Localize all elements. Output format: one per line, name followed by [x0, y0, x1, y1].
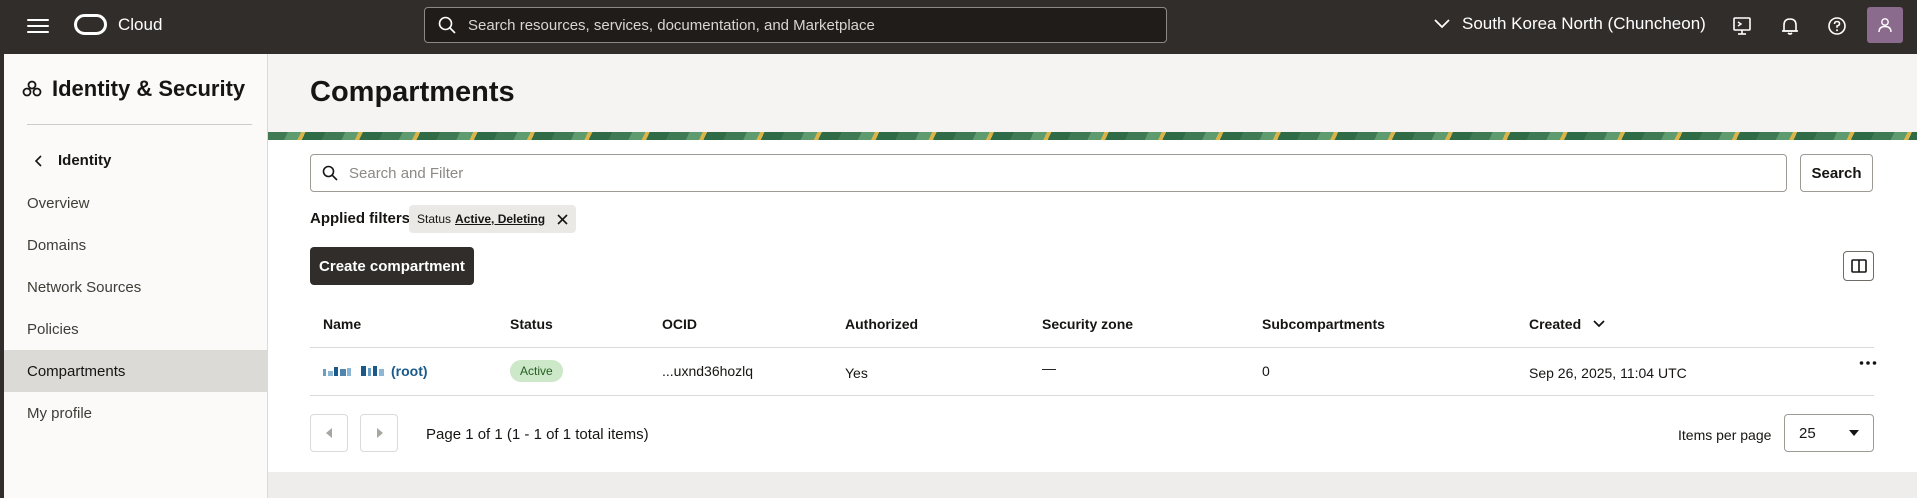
decorative-banner [268, 132, 1917, 140]
close-icon[interactable] [557, 213, 568, 225]
avatar[interactable] [1867, 7, 1903, 43]
col-header-status[interactable]: Status [510, 316, 553, 332]
sidebar-divider [27, 124, 252, 125]
menu-icon[interactable] [27, 16, 49, 36]
sidebar-item-compartments[interactable]: Compartments [4, 350, 268, 392]
search-icon [438, 16, 456, 34]
pagination-status: Page 1 of 1 (1 - 1 of 1 total items) [426, 426, 649, 443]
applied-filters-label: Applied filters [310, 210, 411, 227]
top-bar: Cloud Search resources, services, docume… [0, 0, 1917, 54]
next-page-button[interactable] [360, 414, 398, 452]
chevron-left-icon [34, 154, 42, 167]
sidebar-item-domains[interactable]: Domains [4, 224, 268, 266]
row-name-link[interactable]: (root) [323, 363, 428, 379]
col-header-created[interactable]: Created [1529, 316, 1605, 332]
filter-chip-key: Status [417, 212, 452, 226]
row-subcompartments: 0 [1262, 363, 1270, 379]
main-content: Compartments Search and Filter Search Ap… [268, 54, 1917, 498]
caret-right-icon [376, 428, 383, 438]
redacted-tenancy-name [323, 366, 384, 376]
sidebar-item-my-profile[interactable]: My profile [4, 392, 268, 434]
items-per-page-select[interactable]: 25 [1784, 414, 1874, 452]
user-icon [1878, 18, 1892, 33]
global-search-placeholder: Search resources, services, documentatio… [468, 16, 875, 34]
bell-icon[interactable] [1779, 15, 1801, 37]
sidebar-back-link[interactable]: Identity [34, 152, 111, 169]
sidebar: Identity & Security Identity Overview Do… [0, 54, 268, 498]
status-badge: Active [510, 360, 563, 382]
compartments-table: Name Status OCID Authorized Security zon… [310, 300, 1877, 396]
previous-page-button[interactable] [310, 414, 348, 452]
items-per-page-value: 25 [1799, 424, 1816, 442]
col-header-subcompartments[interactable]: Subcompartments [1262, 316, 1385, 332]
create-compartment-button[interactable]: Create compartment [310, 247, 474, 285]
search-icon [322, 165, 338, 181]
app-name[interactable]: Cloud [118, 15, 162, 35]
row-ocid[interactable]: ...uxnd36hozlq [662, 363, 753, 379]
sidebar-item-policies[interactable]: Policies [4, 308, 268, 350]
col-header-authorized[interactable]: Authorized [845, 316, 918, 332]
col-header-ocid[interactable]: OCID [662, 316, 697, 332]
items-per-page-label: Items per page [1678, 427, 1772, 443]
table-row: (root) Active ...uxnd36hozlq Yes — 0 Sep… [310, 348, 1877, 396]
sidebar-item-overview[interactable]: Overview [4, 182, 268, 224]
help-icon[interactable] [1826, 15, 1848, 37]
compartments-panel: Search and Filter Search Applied filters… [268, 140, 1917, 472]
sidebar-title-text: Identity & Security [52, 76, 246, 101]
region-selector[interactable]: South Korea North (Chuncheon) [1434, 14, 1706, 34]
page-title: Compartments [310, 76, 515, 108]
row-security-zone: — [1042, 360, 1056, 376]
row-created: Sep 26, 2025, 11:04 UTC [1529, 365, 1687, 381]
chevron-down-icon [1434, 19, 1450, 29]
global-search-input[interactable]: Search resources, services, documentatio… [424, 7, 1167, 43]
columns-icon [1850, 259, 1867, 273]
cloud-shell-icon[interactable] [1731, 15, 1753, 37]
footer-band [268, 472, 1917, 498]
col-header-security-zone[interactable]: Security zone [1042, 316, 1133, 332]
caret-left-icon [325, 428, 332, 438]
row-authorized: Yes [845, 365, 868, 381]
search-filter-placeholder: Search and Filter [349, 164, 464, 182]
sort-descending-icon[interactable] [1593, 320, 1605, 328]
sidebar-title: Identity & Security [22, 76, 245, 102]
col-header-name[interactable]: Name [323, 316, 361, 332]
column-toggle-button[interactable] [1843, 251, 1874, 281]
search-button[interactable]: Search [1800, 154, 1873, 192]
more-actions-icon[interactable] [1859, 360, 1877, 366]
oracle-logo-icon[interactable] [74, 14, 107, 35]
status-filter-chip: Status Active, Deleting [409, 205, 577, 233]
table-header: Name Status OCID Authorized Security zon… [310, 300, 1874, 348]
search-filter-input[interactable]: Search and Filter [310, 154, 1787, 192]
sidebar-back-label: Identity [58, 152, 112, 169]
col-header-created-label: Created [1529, 316, 1582, 332]
region-label: South Korea North (Chuncheon) [1462, 14, 1706, 33]
identity-security-icon [22, 80, 42, 97]
row-name-suffix: (root) [391, 363, 428, 379]
caret-down-icon [1849, 430, 1859, 436]
filter-chip-value[interactable]: Active, Deleting [455, 212, 545, 226]
sidebar-item-network-sources[interactable]: Network Sources [4, 266, 268, 308]
